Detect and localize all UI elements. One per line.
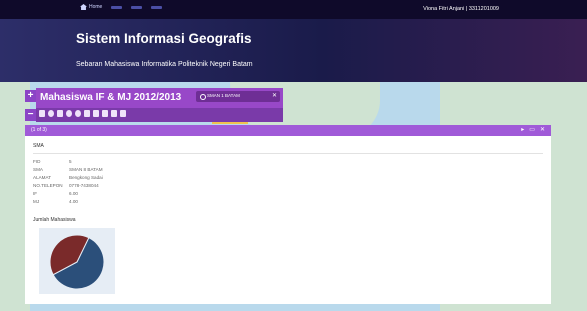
field-key: ALAMAT [33,175,52,180]
nav-link-2[interactable] [131,5,143,9]
popup-counter: (1 of 3) [31,127,47,133]
field-value: SMAN 8 BATAM [69,167,103,172]
field-row: FID 5 [33,159,72,164]
home-icon [80,4,87,10]
field-value: 5 [69,159,72,164]
top-nav: Home [80,4,163,10]
zoom-in-button[interactable]: + [25,90,36,102]
locate-icon[interactable] [66,110,72,117]
search-box[interactable]: SMAN 1 BATAM ✕ [196,91,280,102]
search-icon [200,94,206,100]
divider [33,153,543,154]
pie-chart [39,228,115,294]
maximize-icon[interactable]: ▭ [529,126,535,133]
next-icon[interactable]: ▸ [521,126,524,133]
field-value: 4.00 [69,199,78,204]
map-toolbar [36,108,283,122]
nav-link-3[interactable] [151,5,163,9]
print-icon[interactable] [84,110,90,117]
layers-icon[interactable] [57,110,63,117]
basemap-icon[interactable] [75,110,81,117]
print-map-icon[interactable] [120,110,126,117]
popup-header: (1 of 3) ▸ ▭ ✕ [25,125,551,136]
site-header: Sistem Informasi Geografis Sebaran Mahas… [0,19,587,82]
panel-title: Mahasiswa IF & MJ 2012/2013 [40,92,182,103]
site-subtitle: Sebaran Mahasiswa Informatika Politeknik… [76,61,253,68]
home-label: Home [89,4,103,10]
field-row: NO.TELEPON 0778-7438044 [33,183,99,188]
user-info: Viona Fitri Anjani | 3311201009 [423,6,499,12]
field-value: 0778-7438044 [69,183,99,188]
zoom-out-button[interactable]: − [25,109,36,121]
field-value: 6.00 [69,191,78,196]
field-row: IF 6.00 [33,191,78,196]
draw-icon[interactable] [93,110,99,117]
field-row: ALAMAT Bengkong Sadai [33,175,103,180]
search-input[interactable]: SMAN 1 BATAM [207,93,240,98]
popup-section-title: SMA [33,143,44,149]
field-key: FID [33,159,41,164]
field-row: SMA SMAN 8 BATAM [33,167,103,172]
measure-icon[interactable] [102,110,108,117]
globe-icon[interactable] [48,110,54,117]
chart-title: Jumlah Mahasiswa [33,217,76,223]
share-icon[interactable] [111,110,117,117]
popup-content: SMA FID 5 SMA SMAN 8 BATAM ALAMAT Bengkong … [25,136,551,304]
popup-controls: ▸ ▭ ✕ [521,126,545,133]
top-navbar: Home Viona Fitri Anjani | 3311201009 [0,0,587,19]
home-link[interactable]: Home [80,4,102,10]
field-key: MJ [33,199,40,204]
pie-svg [49,234,105,290]
clear-search-icon[interactable]: ✕ [272,92,277,99]
close-icon[interactable]: ✕ [540,126,545,133]
field-key: IF [33,191,38,196]
site-title: Sistem Informasi Geografis [76,31,252,46]
field-key: SMA [33,167,43,172]
field-key: NO.TELEPON [33,183,63,188]
home-extent-icon[interactable] [39,110,45,117]
field-value: Bengkong Sadai [69,175,103,180]
nav-link-1[interactable] [111,5,123,9]
field-row: MJ 4.00 [33,199,78,204]
